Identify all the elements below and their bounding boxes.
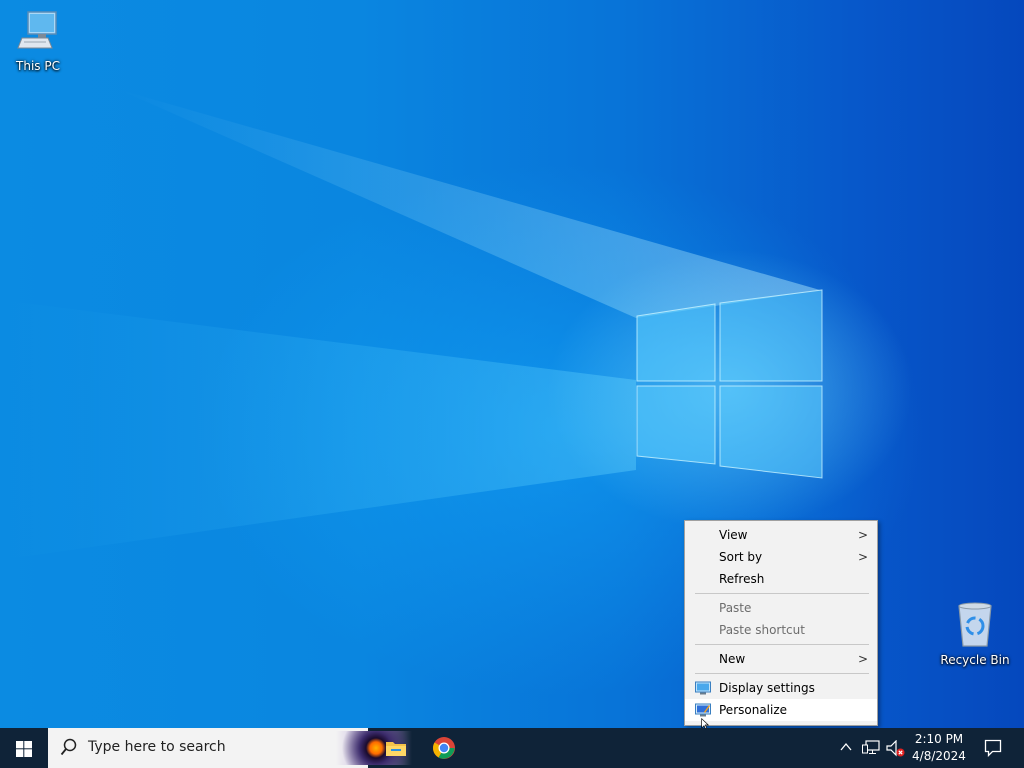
network-icon bbox=[862, 740, 880, 754]
desktop-context-menu: View > Sort by > Refresh Paste Paste sho… bbox=[684, 520, 878, 726]
search-box[interactable]: Type here to search bbox=[48, 728, 412, 768]
menu-separator bbox=[695, 673, 869, 674]
menu-item-label: Display settings bbox=[719, 681, 815, 695]
menu-separator bbox=[695, 644, 869, 645]
menu-item-paste: Paste bbox=[685, 597, 877, 619]
desktop[interactable]: This PC Recycle Bin View > Sort by > Ref… bbox=[0, 0, 1024, 728]
desktop-icon-this-pc[interactable]: This PC bbox=[0, 8, 76, 73]
desktop-icon-label: This PC bbox=[16, 59, 60, 73]
search-placeholder: Type here to search bbox=[88, 739, 226, 755]
menu-item-new[interactable]: New > bbox=[685, 648, 877, 670]
chevron-right-icon: > bbox=[857, 528, 868, 542]
search-icon bbox=[60, 738, 77, 756]
action-center-button[interactable] bbox=[976, 728, 1010, 768]
taskbar: Type here to search 2:10 PM 4/8/2024 bbox=[0, 728, 1024, 768]
clock-date: 4/8/2024 bbox=[912, 749, 966, 763]
desktop-icon-recycle-bin[interactable]: Recycle Bin bbox=[937, 600, 1013, 667]
menu-item-label: View bbox=[719, 528, 748, 542]
volume-muted-icon bbox=[886, 740, 905, 757]
menu-item-label: Refresh bbox=[719, 572, 765, 586]
menu-item-view[interactable]: View > bbox=[685, 524, 877, 546]
windows-logo-icon bbox=[16, 741, 32, 757]
menu-item-label: Personalize bbox=[719, 703, 788, 717]
taskbar-file-explorer[interactable] bbox=[372, 728, 418, 768]
menu-item-label: Sort by bbox=[719, 550, 763, 564]
file-explorer-icon bbox=[386, 742, 406, 756]
display-settings-icon bbox=[695, 681, 711, 695]
windows-wallpaper-logo bbox=[636, 289, 823, 479]
menu-item-sort-by[interactable]: Sort by > bbox=[685, 546, 877, 568]
menu-separator bbox=[695, 593, 869, 594]
menu-item-label: Paste shortcut bbox=[719, 623, 805, 637]
taskbar-chrome[interactable] bbox=[420, 728, 468, 768]
menu-item-display-settings[interactable]: Display settings bbox=[685, 677, 877, 699]
taskbar-clock[interactable]: 2:10 PM 4/8/2024 bbox=[908, 731, 970, 765]
personalize-icon bbox=[695, 703, 711, 717]
notification-icon bbox=[984, 739, 1002, 757]
start-button[interactable] bbox=[0, 728, 48, 768]
chevron-up-icon bbox=[840, 742, 852, 751]
mouse-cursor-icon bbox=[701, 718, 710, 728]
tray-volume[interactable] bbox=[884, 728, 906, 768]
chrome-icon bbox=[433, 737, 455, 759]
tray-overflow[interactable] bbox=[836, 728, 856, 768]
menu-item-label: New bbox=[719, 652, 746, 666]
menu-item-refresh[interactable]: Refresh bbox=[685, 568, 877, 590]
chevron-right-icon: > bbox=[857, 550, 868, 564]
menu-item-paste-shortcut: Paste shortcut bbox=[685, 619, 877, 641]
menu-item-personalize[interactable]: Personalize bbox=[685, 699, 877, 721]
computer-icon bbox=[17, 11, 57, 49]
recycle-bin-icon bbox=[958, 602, 992, 647]
menu-item-label: Paste bbox=[719, 601, 752, 615]
chevron-right-icon: > bbox=[857, 652, 868, 666]
desktop-icon-label: Recycle Bin bbox=[940, 653, 1010, 667]
tray-network[interactable] bbox=[860, 728, 882, 768]
clock-time: 2:10 PM bbox=[914, 732, 964, 746]
